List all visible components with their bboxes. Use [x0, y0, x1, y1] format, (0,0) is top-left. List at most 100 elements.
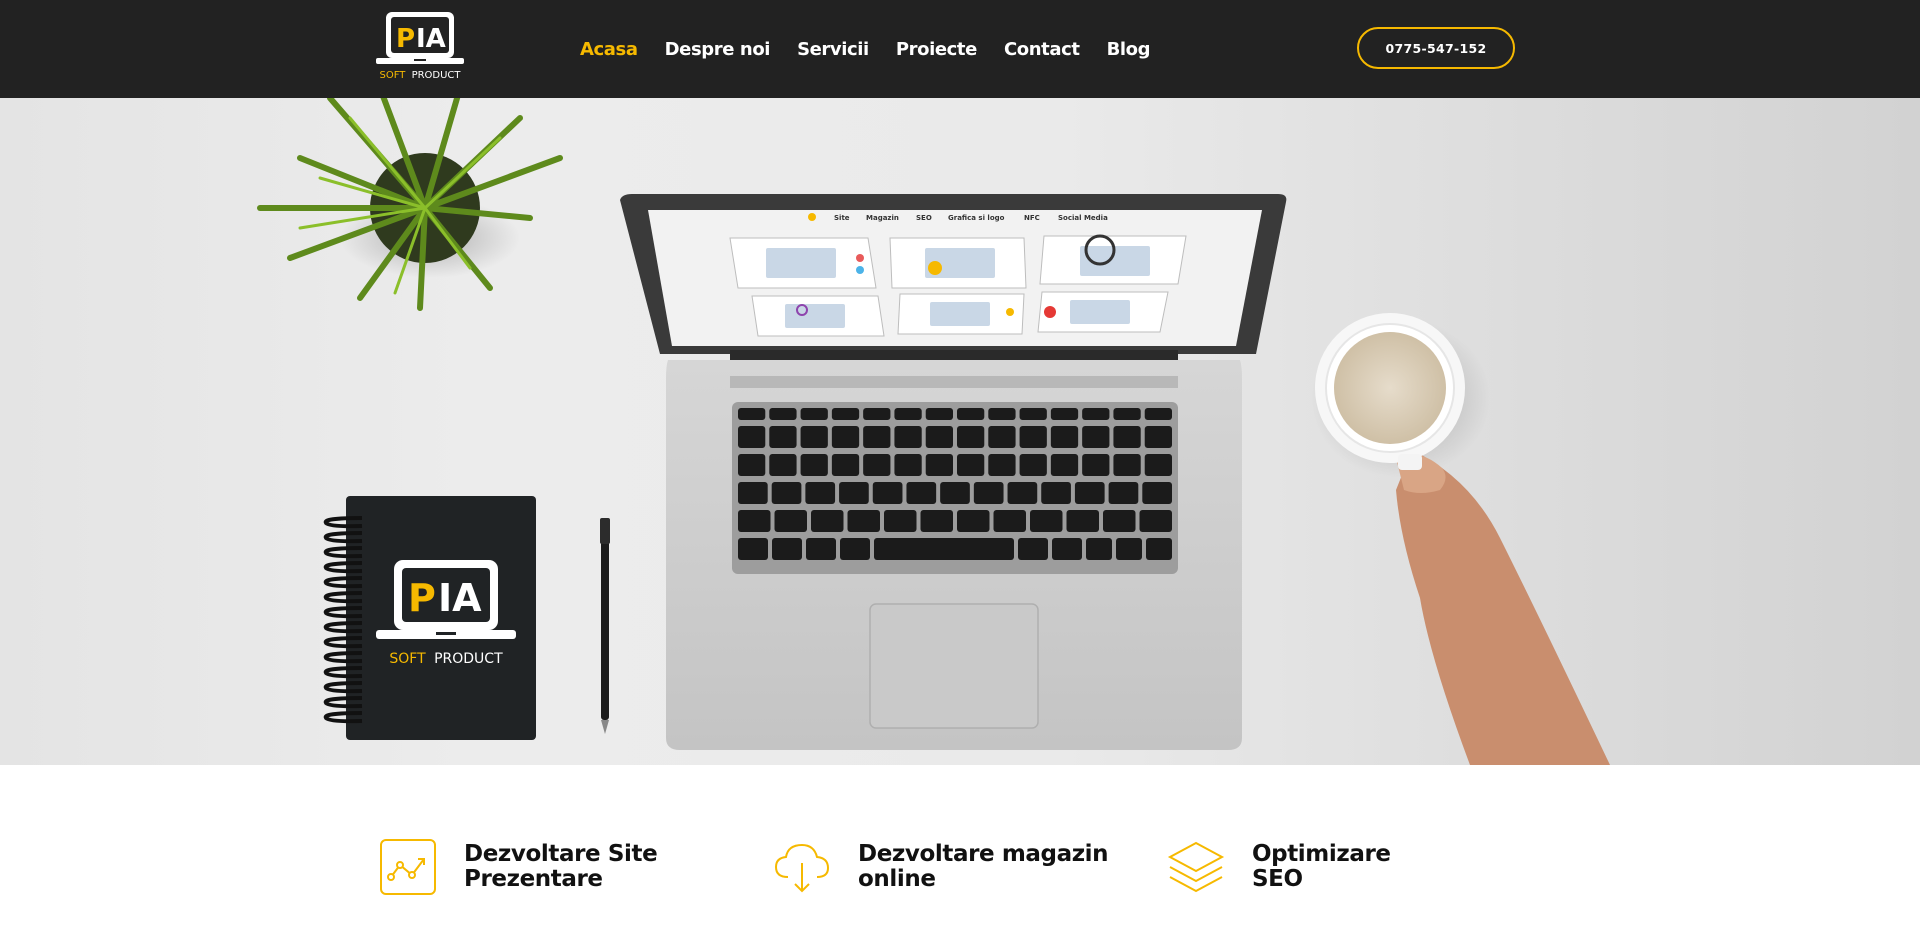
svg-text:P: P: [396, 24, 415, 54]
nav-item-proiecte[interactable]: Proiecte: [896, 39, 978, 60]
keyboard-key: [894, 408, 922, 420]
keyboard-key: [769, 408, 797, 420]
notebook-illustration: P IA SOFT PRODUCT: [323, 496, 536, 740]
keyboard-key: [925, 426, 953, 448]
keyboard-key: [957, 510, 990, 532]
keyboard-key: [1052, 538, 1082, 560]
service-title: Optimizare SEO: [1252, 841, 1391, 892]
keyboard-key: [840, 538, 870, 560]
cloud-download-icon: [774, 843, 830, 893]
keyboard-key: [1144, 454, 1172, 476]
hero-banner: Site Magazin SEO Grafica si logo NFC Soc…: [0, 98, 1920, 765]
keyboard-key: [1050, 454, 1079, 476]
keyboard-key: [925, 408, 953, 420]
coffee-cup-illustration: [1310, 313, 1610, 765]
svg-text:Magazin: Magazin: [866, 214, 899, 222]
keyboard-key: [988, 454, 1016, 476]
nav-item-contact[interactable]: Contact: [1004, 39, 1080, 60]
keyboard-key: [920, 510, 953, 532]
keyboard-key: [800, 408, 828, 420]
keyboard-key: [831, 408, 860, 420]
keyboard-key: [1007, 482, 1038, 504]
svg-text:IA: IA: [438, 576, 482, 620]
keyboard-key: [1116, 538, 1142, 560]
keyboard-key: [1086, 538, 1112, 560]
keyboard-key: [1018, 538, 1048, 560]
laptop-illustration: Site Magazin SEO Grafica si logo NFC Soc…: [620, 194, 1287, 750]
keyboard-key: [1113, 408, 1141, 420]
keyboard-key: [988, 408, 1016, 420]
svg-text:Social Media: Social Media: [1058, 214, 1108, 222]
hero-image: Site Magazin SEO Grafica si logo NFC Soc…: [257, 98, 1610, 765]
keyboard-key: [863, 454, 891, 476]
keyboard-key: [1066, 510, 1099, 532]
keyboard-key: [839, 482, 869, 504]
chart-growth-icon: [380, 839, 436, 895]
keyboard-key: [769, 426, 797, 448]
keyboard-key: [1082, 426, 1110, 448]
keyboard-key: [1041, 482, 1071, 504]
keyboard-key: [774, 510, 807, 532]
keyboard-key: [738, 408, 766, 420]
keyboard-key: [1019, 454, 1047, 476]
keyboard-key: [874, 538, 1014, 560]
site-logo[interactable]: P IA SOFT PRODUCT: [372, 10, 468, 82]
keyboard-key: [738, 538, 768, 560]
keyboard-key: [738, 454, 766, 476]
keyboard-key: [993, 510, 1026, 532]
keyboard-key: [831, 454, 860, 476]
keyboard-key: [800, 426, 828, 448]
svg-text:Grafica si logo: Grafica si logo: [948, 214, 1005, 222]
keyboard-key: [1113, 454, 1141, 476]
keyboard-key: [1146, 538, 1172, 560]
keyboard-key: [863, 426, 891, 448]
svg-text:SEO: SEO: [916, 214, 932, 222]
service-card-site-prezentare[interactable]: Dezvoltare Site Prezentare: [378, 835, 658, 899]
service-card-optimizare-seo[interactable]: Optimizare SEO: [1166, 835, 1391, 899]
keyboard-key: [1139, 510, 1172, 532]
keyboard-key: [769, 454, 797, 476]
keyboard-key: [957, 454, 985, 476]
keyboard-key: [894, 454, 922, 476]
nav-item-despre-noi[interactable]: Despre noi: [665, 39, 771, 60]
keyboard-key: [863, 408, 891, 420]
keyboard-key: [1103, 510, 1136, 532]
keyboard-key: [894, 426, 922, 448]
keyboard-key: [831, 426, 860, 448]
svg-text:SOFT PRODUCT: SOFT PRODUCT: [389, 651, 503, 667]
phone-button[interactable]: 0775-547-152: [1357, 27, 1515, 69]
services-section: Dezvoltare Site Prezentare Dezvoltare ma…: [0, 765, 1920, 927]
service-card-magazin-online[interactable]: Dezvoltare magazin online: [772, 835, 1109, 899]
main-nav: Acasa Despre noi Servicii Proiecte Conta…: [580, 0, 1177, 98]
keyboard-key: [1082, 408, 1110, 420]
keyboard-key: [1050, 426, 1079, 448]
service-title: Dezvoltare Site Prezentare: [464, 841, 658, 892]
keyboard-key: [1144, 408, 1172, 420]
keyboard-key: [1050, 408, 1079, 420]
layers-icon: [1167, 841, 1225, 893]
keyboard-key: [738, 426, 766, 448]
keyboard-key: [925, 454, 953, 476]
pen-illustration: [600, 518, 610, 734]
keyboard-key: [806, 538, 836, 560]
service-title: Dezvoltare magazin online: [858, 841, 1109, 892]
keyboard-key: [988, 426, 1016, 448]
keyboard-key: [884, 510, 917, 532]
keyboard-key: [1074, 482, 1105, 504]
keyboard-key: [738, 482, 768, 504]
keyboard-key: [1144, 426, 1172, 448]
svg-text:P: P: [408, 576, 436, 620]
keyboard-key: [1082, 454, 1110, 476]
nav-item-servicii[interactable]: Servicii: [797, 39, 869, 60]
keyboard-key: [1108, 482, 1139, 504]
nav-item-acasa[interactable]: Acasa: [580, 39, 638, 60]
keyboard-key: [957, 426, 985, 448]
keyboard-key: [1019, 426, 1047, 448]
keyboard-key: [1019, 408, 1047, 420]
nav-item-blog[interactable]: Blog: [1107, 39, 1151, 60]
keyboard-key: [940, 482, 970, 504]
svg-text:NFC: NFC: [1024, 214, 1040, 222]
keyboard-key: [738, 510, 771, 532]
plant-illustration: [257, 98, 563, 311]
logo-laptop-icon: P IA SOFT PRODUCT: [376, 12, 464, 81]
